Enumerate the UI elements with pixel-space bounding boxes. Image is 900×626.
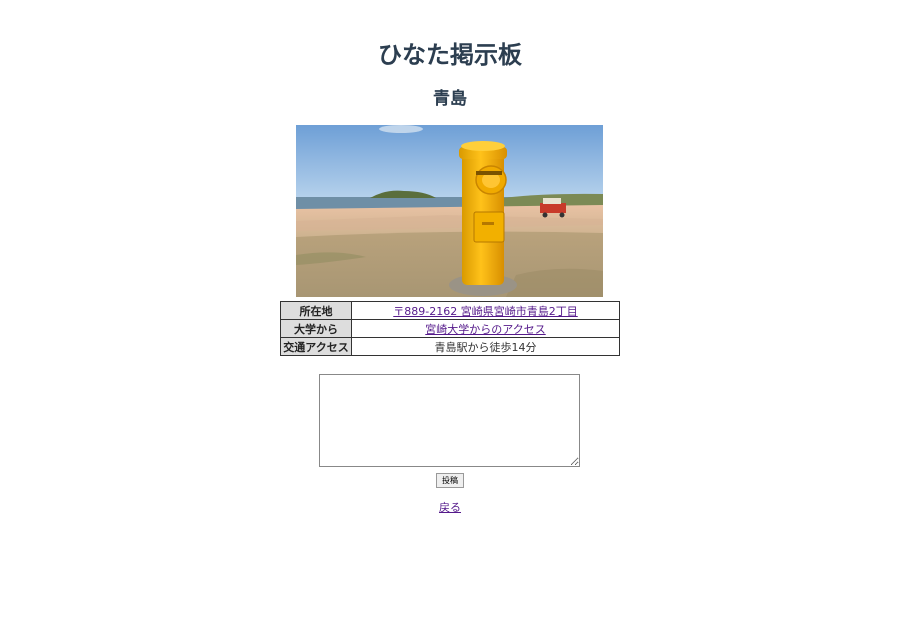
table-row: 交通アクセス 青島駅から徒歩14分 <box>280 337 620 356</box>
info-value-address: 〒889-2162 宮崎県宮崎市青島2丁目 <box>351 301 620 320</box>
post-button[interactable]: 投稿 <box>436 473 464 488</box>
postbox-photo-image <box>296 125 603 297</box>
comment-textarea[interactable] <box>319 374 580 467</box>
info-header-address: 所在地 <box>280 301 352 320</box>
place-name: 青島 <box>433 89 467 109</box>
place-photo <box>296 125 603 297</box>
address-link[interactable]: 〒889-2162 宮崎県宮崎市青島2丁目 <box>393 305 577 318</box>
info-value-from-university: 宮崎大学からのアクセス <box>351 319 620 338</box>
back-link-container: 戻る <box>0 499 900 515</box>
site-title: ひなた掲示板 <box>378 41 522 69</box>
info-value-transport: 青島駅から徒歩14分 <box>351 337 620 356</box>
info-header-from-university: 大学から <box>280 319 352 338</box>
info-header-transport: 交通アクセス <box>280 337 352 356</box>
table-row: 大学から 宮崎大学からのアクセス <box>280 319 620 338</box>
university-access-link[interactable]: 宮崎大学からのアクセス <box>425 323 545 336</box>
table-row: 所在地 〒889-2162 宮崎県宮崎市青島2丁目 <box>280 301 620 320</box>
info-table: 所在地 〒889-2162 宮崎県宮崎市青島2丁目 大学から 宮崎大学からのアク… <box>280 301 620 356</box>
back-link[interactable]: 戻る <box>439 501 461 514</box>
